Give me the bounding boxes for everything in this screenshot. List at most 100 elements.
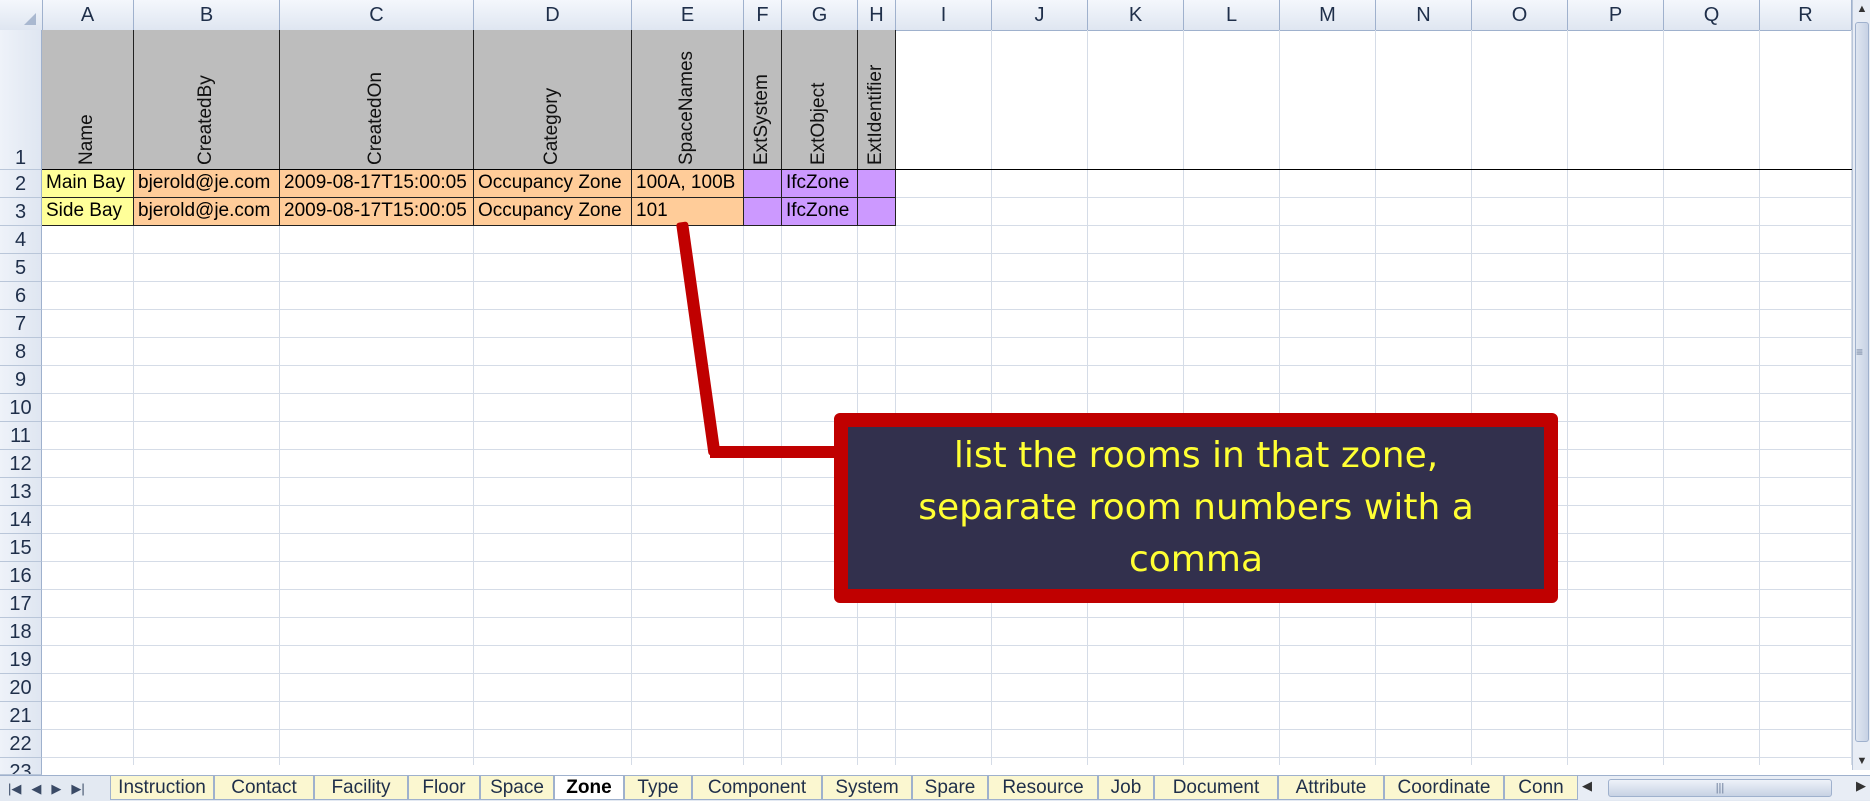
- row-header-1[interactable]: 1: [0, 30, 42, 170]
- col-header-m[interactable]: M: [1280, 0, 1376, 30]
- col-header-i[interactable]: I: [896, 0, 992, 30]
- cell-a3[interactable]: Side Bay: [42, 198, 134, 226]
- tab-space[interactable]: Space: [480, 776, 554, 800]
- row-header-19[interactable]: 19: [0, 646, 42, 674]
- row-header-15[interactable]: 15: [0, 534, 42, 562]
- header-cell-extobject[interactable]: ExtObject: [782, 30, 858, 170]
- row-header-10[interactable]: 10: [0, 394, 42, 422]
- row-header-4[interactable]: 4: [0, 226, 42, 254]
- next-sheet-icon[interactable]: ▶: [51, 781, 61, 797]
- col-header-n[interactable]: N: [1376, 0, 1472, 30]
- row-header-2[interactable]: 2: [0, 170, 42, 198]
- scroll-right-icon[interactable]: ▶: [1856, 778, 1866, 794]
- sheet-tab-bar: |◀ ◀ ▶ ▶| Instruction Contact Facility F…: [0, 775, 1870, 801]
- col-header-l[interactable]: L: [1184, 0, 1280, 30]
- row-header-17[interactable]: 17: [0, 590, 42, 618]
- row-header-11[interactable]: 11: [0, 422, 42, 450]
- callout-line-1: list the rooms in that zone,: [953, 435, 1439, 476]
- tab-contact[interactable]: Contact: [214, 776, 314, 800]
- tab-coordinate[interactable]: Coordinate: [1384, 776, 1504, 800]
- row-header-16[interactable]: 16: [0, 562, 42, 590]
- header-cell-createdon[interactable]: CreatedOn: [280, 30, 474, 170]
- cell-d2[interactable]: Occupancy Zone: [474, 170, 632, 198]
- row-header-9[interactable]: 9: [0, 366, 42, 394]
- col-header-h[interactable]: H: [858, 0, 896, 30]
- tab-resource[interactable]: Resource: [988, 776, 1098, 800]
- header-label-category: Category: [540, 87, 562, 165]
- cell-c3[interactable]: 2009-08-17T15:00:05: [280, 198, 474, 226]
- tab-document[interactable]: Document: [1154, 776, 1278, 800]
- col-header-c[interactable]: C: [280, 0, 474, 30]
- row-header-23[interactable]: 23: [0, 758, 42, 775]
- first-sheet-icon[interactable]: |◀: [8, 781, 21, 797]
- tab-spare[interactable]: Spare: [912, 776, 988, 800]
- cell-a2[interactable]: Main Bay: [42, 170, 134, 198]
- col-header-k[interactable]: K: [1088, 0, 1184, 30]
- cell-h3[interactable]: [858, 198, 896, 226]
- cell-f3[interactable]: [744, 198, 782, 226]
- row-header-18[interactable]: 18: [0, 618, 42, 646]
- row-header-14[interactable]: 14: [0, 506, 42, 534]
- row-header-8[interactable]: 8: [0, 338, 42, 366]
- row-header-7[interactable]: 7: [0, 310, 42, 338]
- header-cell-createdby[interactable]: CreatedBy: [134, 30, 280, 170]
- row-header-5[interactable]: 5: [0, 254, 42, 282]
- row-header-6[interactable]: 6: [0, 282, 42, 310]
- col-header-j[interactable]: J: [992, 0, 1088, 30]
- grid-vline: [1759, 30, 1760, 765]
- cell-d3[interactable]: Occupancy Zone: [474, 198, 632, 226]
- row-header-20[interactable]: 20: [0, 674, 42, 702]
- cell-e2[interactable]: 100A, 100B: [632, 170, 744, 198]
- tab-instruction[interactable]: Instruction: [110, 776, 214, 800]
- header-cell-extidentifier[interactable]: ExtIdentifier: [858, 30, 896, 170]
- scroll-down-icon[interactable]: ▼: [1853, 752, 1870, 770]
- callout-text: list the rooms in that zone, separate ro…: [848, 430, 1544, 586]
- row-header-12[interactable]: 12: [0, 450, 42, 478]
- last-sheet-icon[interactable]: ▶|: [71, 781, 84, 797]
- tab-facility[interactable]: Facility: [314, 776, 408, 800]
- header-cell-extsystem[interactable]: ExtSystem: [744, 30, 782, 170]
- col-header-q[interactable]: Q: [1664, 0, 1760, 30]
- cell-c2[interactable]: 2009-08-17T15:00:05: [280, 170, 474, 198]
- tab-attribute[interactable]: Attribute: [1278, 776, 1384, 800]
- prev-sheet-icon[interactable]: ◀: [31, 781, 41, 797]
- col-header-p[interactable]: P: [1568, 0, 1664, 30]
- tab-job[interactable]: Job: [1098, 776, 1154, 800]
- scroll-left-icon[interactable]: ◀: [1582, 778, 1592, 794]
- header-cell-name[interactable]: Name: [42, 30, 134, 170]
- select-all-corner[interactable]: [0, 0, 43, 30]
- row-header-3[interactable]: 3: [0, 198, 42, 226]
- vertical-scroll-thumb[interactable]: [1855, 22, 1869, 742]
- cell-b2[interactable]: bjerold@je.com: [134, 170, 280, 198]
- row-header-22[interactable]: 22: [0, 730, 42, 758]
- horizontal-scroll-thumb[interactable]: |||: [1608, 779, 1832, 797]
- tab-zone[interactable]: Zone: [554, 776, 624, 800]
- row-header-21[interactable]: 21: [0, 702, 42, 730]
- cell-e3[interactable]: 101: [632, 198, 744, 226]
- tab-floor[interactable]: Floor: [408, 776, 480, 800]
- col-header-r[interactable]: R: [1760, 0, 1852, 30]
- tab-system[interactable]: System: [822, 776, 912, 800]
- tab-connection[interactable]: Conn: [1504, 776, 1578, 800]
- tab-component[interactable]: Component: [692, 776, 822, 800]
- col-header-g[interactable]: G: [782, 0, 858, 30]
- col-header-a[interactable]: A: [42, 0, 134, 30]
- cell-h2[interactable]: [858, 170, 896, 198]
- header-cell-category[interactable]: Category: [474, 30, 632, 170]
- col-header-b[interactable]: B: [134, 0, 280, 30]
- header-cell-spacenames[interactable]: SpaceNames: [632, 30, 744, 170]
- col-header-o[interactable]: O: [1472, 0, 1568, 30]
- horizontal-scrollbar[interactable]: ◀ ||| ▶: [1578, 776, 1870, 800]
- cell-f2[interactable]: [744, 170, 782, 198]
- worksheet-grid[interactable]: Name CreatedBy CreatedOn Category SpaceN…: [42, 30, 1852, 765]
- cell-g3[interactable]: IfcZone: [782, 198, 858, 226]
- cell-g2[interactable]: IfcZone: [782, 170, 858, 198]
- cell-b3[interactable]: bjerold@je.com: [134, 198, 280, 226]
- col-header-e[interactable]: E: [632, 0, 744, 30]
- tab-type[interactable]: Type: [624, 776, 692, 800]
- col-header-f[interactable]: F: [744, 0, 782, 30]
- col-header-d[interactable]: D: [474, 0, 632, 30]
- row-header-13[interactable]: 13: [0, 478, 42, 506]
- scroll-up-icon[interactable]: ▲: [1853, 0, 1870, 18]
- vertical-scrollbar[interactable]: ▲ ≡ ▼: [1852, 0, 1870, 770]
